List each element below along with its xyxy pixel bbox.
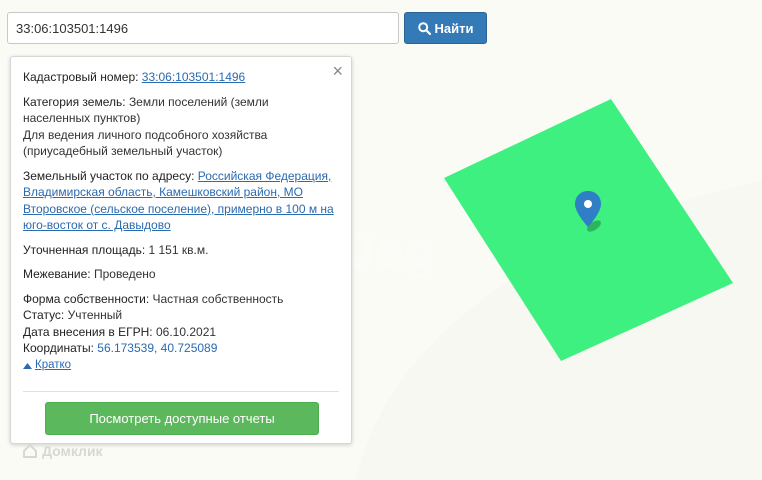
cadastral-number-row: Кадастровый номер: 33:06:103501:1496 [23, 69, 335, 86]
egrn-date-row: Дата внесения в ЕГРН: 06.10.2021 [23, 324, 335, 341]
domclick-logo-icon [23, 443, 37, 458]
search-icon [417, 21, 431, 35]
address-label: Земельный участок по адресу: [23, 168, 195, 183]
ownership-row: Форма собственности: Частная собственнос… [23, 291, 335, 308]
collapse-toggle-label: Кратко [35, 359, 72, 372]
collapse-toggle-row: Кратко [23, 357, 335, 374]
survey-label: Межевание: [23, 267, 91, 281]
parcel-details: Кадастровый номер: 33:06:103501:1496 Кат… [23, 69, 335, 374]
survey-value: Проведено [93, 267, 156, 281]
status-value: Учтенный [67, 308, 123, 322]
popup-divider [23, 391, 339, 392]
search-button-label: Найти [434, 20, 474, 36]
domclick-watermark-text: Домклик [42, 443, 103, 459]
land-usage-value: Для ведения личного подсобного хозяйства… [23, 127, 268, 159]
coordinates-value: 56.173539, 40.725089 [97, 341, 218, 355]
land-category-label: Категория земель: [23, 94, 126, 109]
survey-row: Межевание: Проведено [23, 266, 335, 283]
search-button[interactable]: Найти [404, 12, 487, 44]
view-reports-button[interactable]: Посмотреть доступные отчеты [45, 402, 319, 435]
caret-up-icon [23, 362, 32, 369]
domclick-watermark: Домклик [22, 443, 103, 459]
parcel-info-popup: × Кадастровый номер: 33:06:103501:1496 К… [10, 56, 352, 444]
status-label: Статус: [23, 308, 65, 322]
address-row: Земельный участок по адресу: Российская … [23, 168, 335, 234]
ownership-value: Частная собственность [152, 291, 284, 306]
ownership-label: Форма собственности: [23, 291, 150, 306]
view-reports-label: Посмотреть доступные отчеты [89, 411, 275, 426]
egrn-date-value: 06.10.2021 [155, 324, 217, 339]
area-row: Уточненная площадь: 1 151 кв.м. [23, 242, 335, 259]
egrn-date-label: Дата внесения в ЕГРН: [23, 324, 153, 339]
land-category-row: Категория земель: Земли поселений (земли… [23, 94, 335, 160]
cadastral-number-link[interactable]: 33:06:103501:1496 [142, 70, 245, 84]
area-label: Уточненная площадь: [23, 242, 146, 257]
svg-text:Dag: Dag [338, 222, 436, 280]
coordinates-label: Координаты: [23, 341, 94, 355]
coordinates-row: Координаты: 56.173539, 40.725089 [23, 340, 335, 357]
cadastral-search-input[interactable] [7, 12, 399, 44]
status-row: Статус: Учтенный [23, 307, 335, 324]
cadastral-number-label: Кадастровый номер: [23, 70, 139, 84]
area-value: 1 151 кв.м. [148, 242, 209, 257]
collapse-toggle[interactable]: Кратко [23, 357, 71, 374]
